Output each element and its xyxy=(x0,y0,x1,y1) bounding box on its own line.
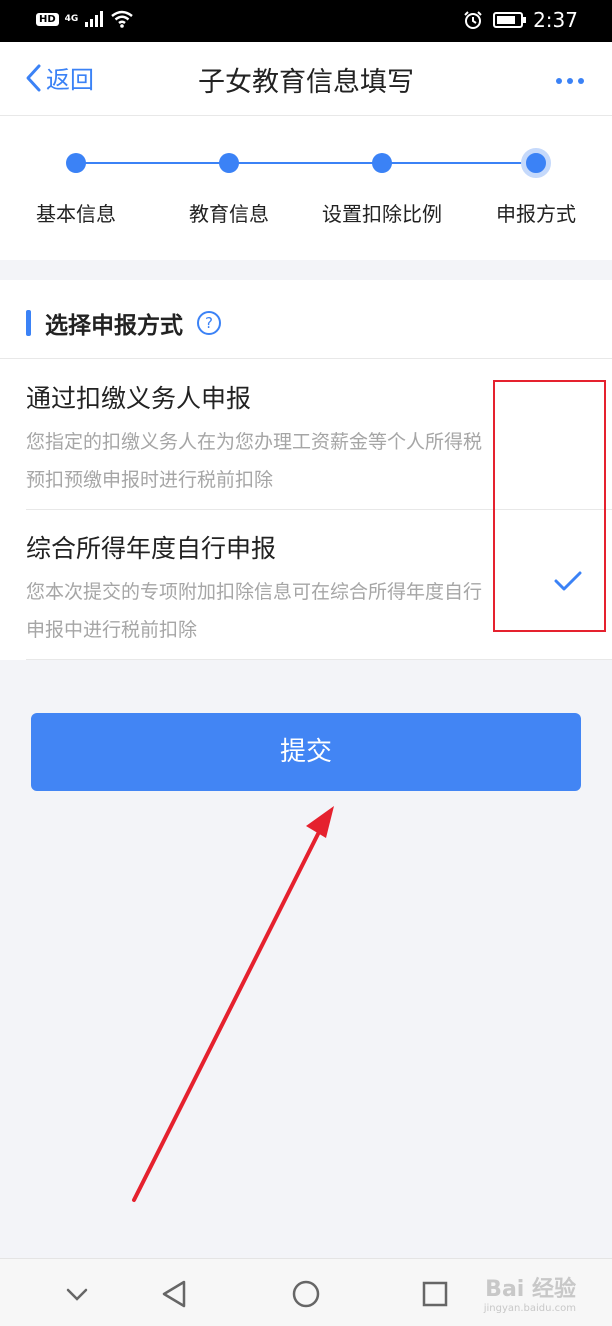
alarm-icon xyxy=(464,11,482,29)
step-label: 设置扣除比例 xyxy=(322,202,442,226)
step-dot xyxy=(219,153,239,173)
step-label: 申报方式 xyxy=(496,202,576,226)
step-dot xyxy=(372,153,392,173)
signal-type: 4G xyxy=(64,14,79,24)
nav-recent-square-icon[interactable] xyxy=(418,1277,452,1311)
more-dots-icon[interactable] xyxy=(556,78,584,84)
nav-down-chevron-icon[interactable] xyxy=(60,1277,94,1311)
step-connector-line xyxy=(76,162,536,164)
watermark-sub: jingyan.baidu.com xyxy=(483,1303,576,1314)
status-left: HD 4G xyxy=(36,10,134,28)
annotation-highlight-box xyxy=(493,380,606,632)
section-accent-bar xyxy=(26,310,31,336)
signal-bars-icon xyxy=(85,11,104,27)
status-right: 2:37 xyxy=(463,8,578,32)
page-title: 子女教育信息填写 xyxy=(198,67,414,98)
option-title: 通过扣缴义务人申报 xyxy=(26,384,252,413)
step-progress: 基本信息 教育信息 设置扣除比例 申报方式 xyxy=(0,116,612,260)
watermark: Bai 经验 jingyan.baidu.com xyxy=(484,1271,576,1314)
step-label: 基本信息 xyxy=(36,202,116,226)
status-time: 2:37 xyxy=(533,8,578,32)
section-title: 选择申报方式 xyxy=(45,313,183,339)
battery-icon xyxy=(493,12,527,28)
step-dot-active xyxy=(521,148,551,178)
status-bar: HD 4G 2:37 xyxy=(0,0,612,42)
step-dot xyxy=(66,153,86,173)
nav-back-triangle-icon[interactable] xyxy=(158,1277,192,1311)
annotation-arrow xyxy=(132,806,334,1202)
watermark-main: Bai 经验 xyxy=(485,1277,576,1302)
system-nav-bar: Bai 经验 jingyan.baidu.com xyxy=(0,1258,612,1326)
wifi-icon xyxy=(111,10,134,28)
help-circle-icon[interactable]: ? xyxy=(197,311,221,335)
card-bottom-divider xyxy=(26,659,612,660)
option-title: 综合所得年度自行申报 xyxy=(26,534,277,563)
option-description: 您本次提交的专项附加扣除信息可在综合所得年度自行申报中进行税前扣除 xyxy=(26,581,483,641)
nav-bar: 返回 子女教育信息填写 xyxy=(0,42,612,116)
submit-button[interactable]: 提交 xyxy=(31,713,581,791)
step-label: 教育信息 xyxy=(189,202,269,226)
nav-home-circle-icon[interactable] xyxy=(289,1277,323,1311)
option-description: 您指定的扣缴义务人在为您办理工资薪金等个人所得税预扣预缴申报时进行税前扣除 xyxy=(26,431,483,491)
section-header: 选择申报方式 ? xyxy=(26,306,221,340)
hd-badge: HD xyxy=(36,12,59,26)
